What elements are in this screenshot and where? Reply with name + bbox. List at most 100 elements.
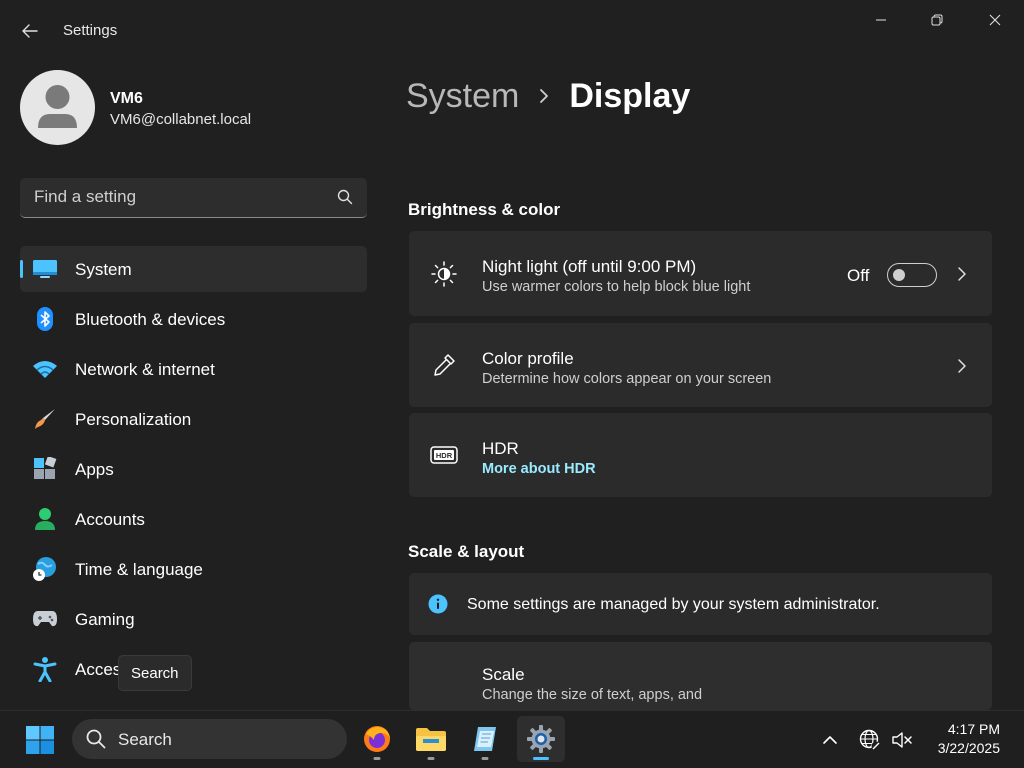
bluetooth-icon xyxy=(32,307,58,331)
taskbar-search-label: Search xyxy=(118,730,172,749)
chevron-right-icon xyxy=(958,359,966,373)
sidebar-item-label: Apps xyxy=(75,460,114,479)
section-title-scale-layout: Scale & layout xyxy=(408,542,525,561)
gamepad-icon xyxy=(32,607,58,631)
sidebar-item-label: Time & language xyxy=(75,560,203,579)
taskbar-app-settings[interactable] xyxy=(517,716,565,762)
color-profile-title: Color profile xyxy=(482,349,574,368)
scale-title: Scale xyxy=(482,665,525,684)
active-indicator xyxy=(20,260,23,278)
sidebar-item-gaming[interactable]: Gaming xyxy=(20,596,367,642)
night-light-title: Night light (off until 9:00 PM) xyxy=(482,257,697,276)
monitor-icon xyxy=(32,257,58,281)
search-tooltip: Search xyxy=(118,655,192,691)
chevron-right-icon xyxy=(958,267,966,281)
sidebar-item-accounts[interactable]: Accounts xyxy=(20,496,367,542)
running-indicator xyxy=(427,757,435,760)
chevron-up-icon xyxy=(823,736,837,744)
restore-icon xyxy=(931,14,943,26)
start-button[interactable] xyxy=(20,720,60,760)
color-profile-card[interactable]: Color profile Determine how colors appea… xyxy=(409,323,992,407)
hdr-icon: HDR xyxy=(429,440,459,470)
sidebar-item-personalization[interactable]: Personalization xyxy=(20,396,367,442)
globe-no-internet-icon xyxy=(859,729,881,751)
globe-clock-icon xyxy=(32,557,58,581)
sidebar-item-system[interactable]: System xyxy=(20,246,367,292)
taskbar: Search 4:17 PM 3/22/2025 xyxy=(0,710,1024,768)
sidebar-item-bluetooth[interactable]: Bluetooth & devices xyxy=(20,296,367,342)
brightness-sun-icon xyxy=(429,259,459,289)
search-icon xyxy=(86,729,106,749)
scale-card[interactable]: Scale Change the size of text, apps, and xyxy=(409,642,992,710)
sidebar-item-label: System xyxy=(75,260,132,279)
admin-info-card: Some settings are managed by your system… xyxy=(409,573,992,635)
breadcrumb-parent[interactable]: System xyxy=(406,77,519,116)
taskbar-app-notepad[interactable] xyxy=(461,716,509,762)
sidebar-item-network[interactable]: Network & internet xyxy=(20,346,367,392)
firefox-icon xyxy=(364,726,390,752)
taskbar-time[interactable]: 4:17 PM xyxy=(948,721,1000,737)
taskbar-app-file-explorer[interactable] xyxy=(407,716,455,762)
more-about-hdr-link[interactable]: More about HDR xyxy=(482,461,596,477)
minimize-icon xyxy=(876,19,886,21)
chevron-right-icon xyxy=(539,88,549,104)
toggle-knob xyxy=(893,269,905,281)
apps-icon xyxy=(32,457,58,481)
person-icon xyxy=(32,507,58,531)
file-explorer-icon xyxy=(416,728,446,751)
night-light-subtitle: Use warmer colors to help block blue lig… xyxy=(482,279,751,295)
night-light-toggle[interactable] xyxy=(887,263,937,287)
section-title-brightness: Brightness & color xyxy=(408,200,561,219)
user-name: VM6 xyxy=(110,90,143,107)
find-setting-box xyxy=(20,178,367,218)
sidebar-item-label: Gaming xyxy=(75,610,135,629)
show-hidden-icons-button[interactable] xyxy=(817,727,843,753)
back-arrow-icon xyxy=(22,24,38,38)
windows-logo-icon xyxy=(26,726,54,754)
sidebar-nav: System Bluetooth & devices Network & int… xyxy=(20,246,367,696)
volume-muted-icon xyxy=(892,732,912,748)
find-setting-input[interactable] xyxy=(20,178,320,216)
sidebar-item-label: Acces xyxy=(75,660,122,679)
search-icon[interactable] xyxy=(337,189,353,205)
taskbar-date[interactable]: 3/22/2025 xyxy=(938,740,1000,756)
svg-text:HDR: HDR xyxy=(436,451,453,460)
user-email: VM6@collabnet.local xyxy=(110,111,252,128)
sidebar-item-label: Network & internet xyxy=(75,360,215,379)
night-light-card[interactable]: Night light (off until 9:00 PM) Use warm… xyxy=(409,231,992,316)
back-button[interactable] xyxy=(12,16,48,46)
close-button[interactable] xyxy=(972,6,1018,34)
admin-info-text: Some settings are managed by your system… xyxy=(467,596,880,613)
app-title: Settings xyxy=(63,22,118,39)
avatar[interactable] xyxy=(20,70,95,145)
hdr-title: HDR xyxy=(482,439,519,458)
info-icon xyxy=(428,594,448,614)
page-title: Display xyxy=(569,76,691,115)
minimize-button[interactable] xyxy=(858,6,904,34)
title-bar: Settings xyxy=(0,0,1024,60)
color-profile-subtitle: Determine how colors appear on your scre… xyxy=(482,371,772,387)
taskbar-app-firefox[interactable] xyxy=(353,716,401,762)
breadcrumb: System Display xyxy=(406,74,690,118)
night-light-toggle-label: Off xyxy=(847,266,870,285)
restore-button[interactable] xyxy=(914,6,960,34)
paintbrush-icon xyxy=(32,407,58,431)
wifi-icon xyxy=(32,357,58,381)
eyedropper-icon xyxy=(429,350,459,380)
taskbar-search[interactable]: Search xyxy=(72,719,347,759)
accessibility-icon xyxy=(32,657,58,682)
hdr-card[interactable]: HDR HDR More about HDR xyxy=(409,413,992,497)
running-indicator xyxy=(533,757,549,760)
sidebar-item-label: Accounts xyxy=(75,510,145,529)
close-icon xyxy=(989,14,1001,26)
sidebar-item-accessibility[interactable]: Acces xyxy=(20,646,367,692)
running-indicator xyxy=(481,757,489,760)
volume-button[interactable] xyxy=(889,727,915,753)
sidebar-item-label: Personalization xyxy=(75,410,192,429)
scale-subtitle: Change the size of text, apps, and xyxy=(482,687,703,703)
notepad-icon xyxy=(474,727,496,751)
network-status-button[interactable] xyxy=(857,727,883,753)
sidebar-item-time-language[interactable]: Time & language xyxy=(20,546,367,592)
settings-gear-icon xyxy=(527,725,555,753)
sidebar-item-apps[interactable]: Apps xyxy=(20,446,367,492)
